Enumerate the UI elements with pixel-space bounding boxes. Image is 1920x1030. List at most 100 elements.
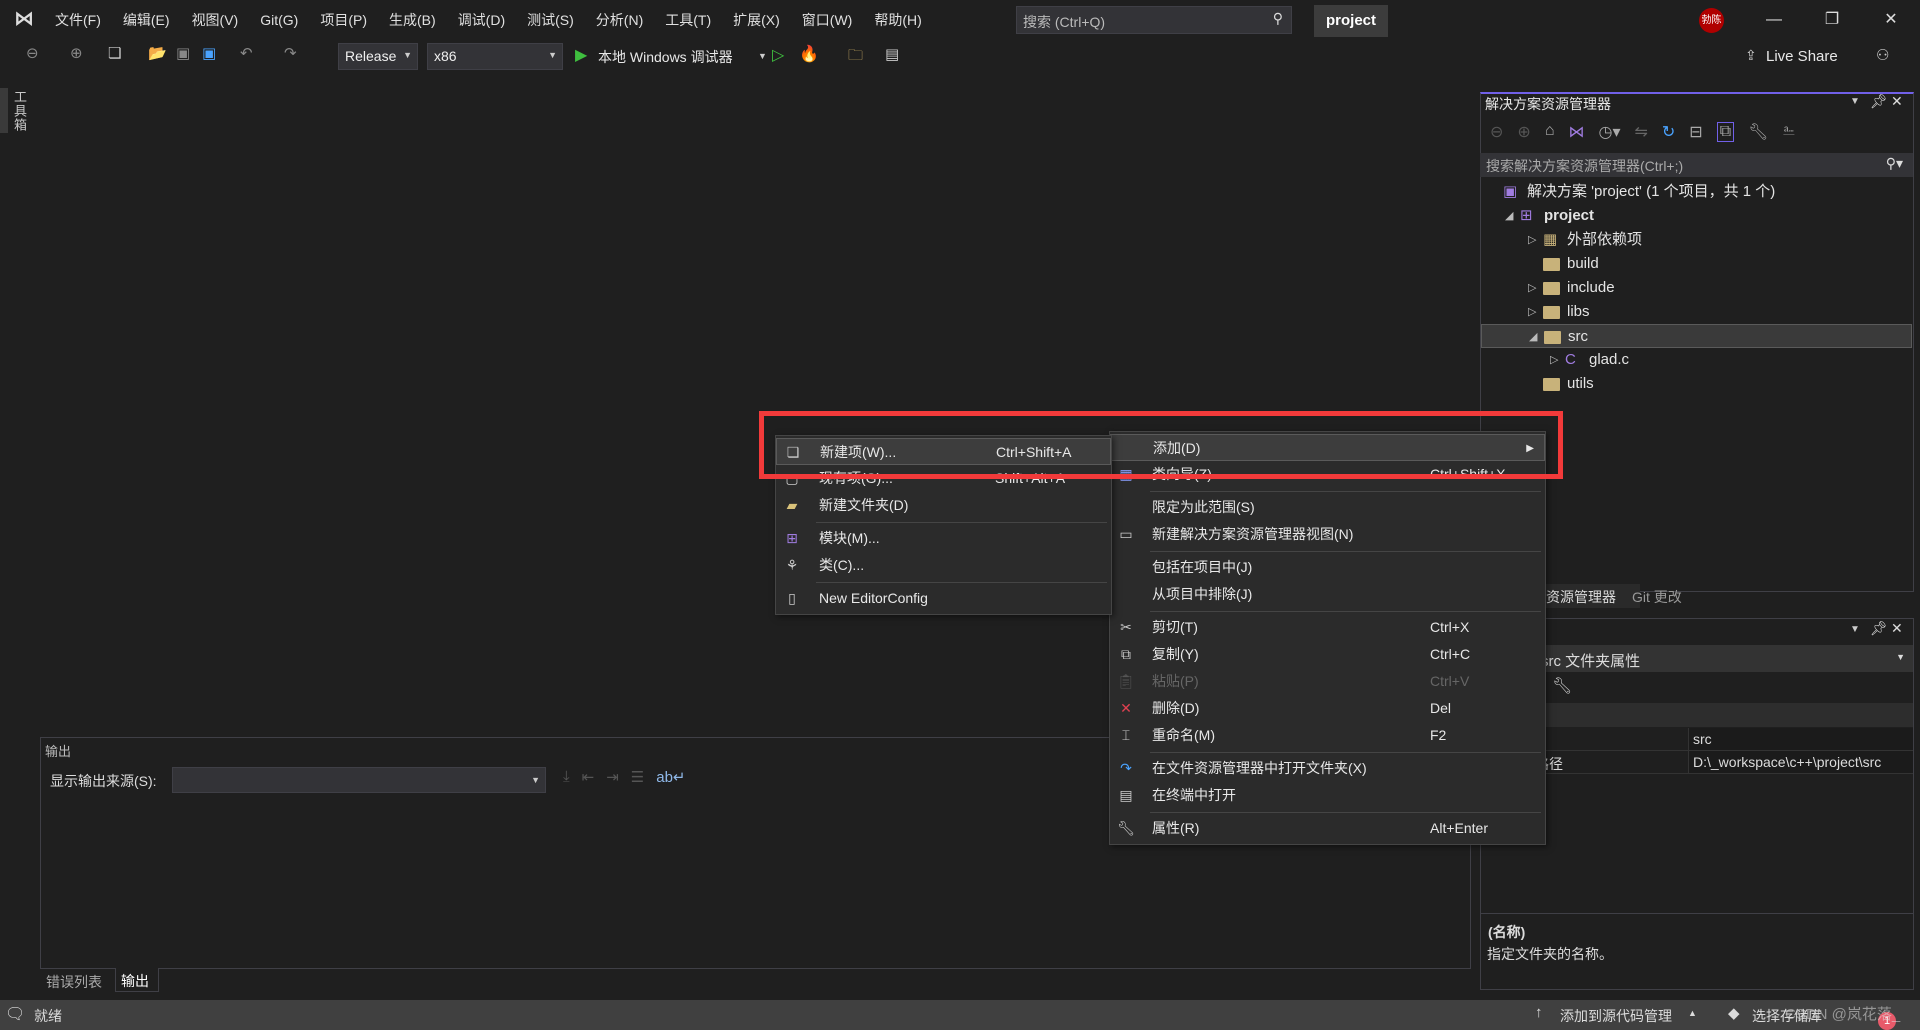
menu-item[interactable]: ✕ 删除(D) Del <box>1110 695 1545 722</box>
menu-item[interactable]: 包括在项目中(J) <box>1110 554 1545 581</box>
tree-item[interactable]: build <box>1481 252 1912 276</box>
menu-item[interactable]: 工具(T) <box>654 8 722 32</box>
preview-icon[interactable]: ⎁ <box>1782 122 1795 142</box>
start-debugger-button[interactable]: 本地 Windows 调试器 <box>598 47 733 67</box>
menu-item[interactable]: 视图(V) <box>181 8 250 32</box>
minimize-button[interactable]: — <box>1759 8 1789 32</box>
pin-icon[interactable]: 📌︎ <box>1870 93 1888 110</box>
menu-item[interactable]: ▤ 在终端中打开 <box>1110 782 1545 809</box>
properties-icon[interactable]: 🔧︎ <box>1748 122 1768 142</box>
menu-item[interactable]: 限定为此范围(S) <box>1110 494 1545 521</box>
goto-line-icon[interactable]: ⤓ <box>563 768 570 786</box>
show-all-files-icon[interactable]: ⧉ <box>1716 122 1735 142</box>
tree-item[interactable]: ◢ ⊞ project <box>1481 204 1912 228</box>
output-source-dropdown[interactable]: ▼ <box>172 767 546 793</box>
menu-item[interactable]: 项目(P) <box>309 8 378 32</box>
live-share-button[interactable]: Live Share <box>1766 48 1838 65</box>
menu-item[interactable]: 帮助(H) <box>863 8 932 32</box>
tab-output[interactable]: 输出 <box>115 968 159 992</box>
menu-item[interactable]: ↷ 在文件资源管理器中打开文件夹(X) <box>1110 755 1545 782</box>
menu-item[interactable]: ▰ 新建文件夹(D) <box>776 492 1111 519</box>
property-value[interactable]: src <box>1688 728 1913 750</box>
forward-icon[interactable]: ⊕ <box>70 44 83 62</box>
refresh-icon[interactable]: ↻ <box>1662 122 1675 142</box>
expanded-arrow-icon[interactable]: ◢ <box>1505 204 1513 228</box>
collapsed-arrow-icon[interactable]: ▷ <box>1550 348 1558 372</box>
save-icon[interactable]: ▣ <box>176 44 190 62</box>
open-icon[interactable]: 📂 <box>148 44 167 62</box>
collapsed-arrow-icon[interactable]: ▷ <box>1528 276 1536 300</box>
pending-changes-icon[interactable]: ◷▾ <box>1598 122 1620 142</box>
menu-item[interactable]: 从项目中排除(J) <box>1110 581 1545 608</box>
next-message-icon[interactable]: ⇥ <box>606 768 619 786</box>
tree-item[interactable]: ▷ libs <box>1481 300 1912 324</box>
menu-item[interactable]: 🔧︎ 属性(R) Alt+Enter <box>1110 815 1545 842</box>
sync-icon[interactable]: ⇋ <box>1634 122 1647 142</box>
chevron-down-icon[interactable]: ▼ <box>758 51 767 61</box>
close-icon[interactable]: ✕ <box>1891 620 1903 637</box>
menu-item[interactable]: 调试(D) <box>447 8 516 32</box>
close-button[interactable]: ✕ <box>1876 8 1906 32</box>
menu-item[interactable]: 测试(S) <box>516 8 585 32</box>
platform-dropdown[interactable]: x86 ▼ <box>427 43 563 70</box>
collapse-all-icon[interactable]: ⊟ <box>1689 122 1702 142</box>
menu-item[interactable]: 扩展(X) <box>722 8 791 32</box>
tree-item[interactable]: ▷ Cglad.c <box>1481 348 1912 372</box>
tab-git-changes[interactable]: Git 更改 <box>1632 584 1682 605</box>
menu-item[interactable]: ✂ 剪切(T) Ctrl+X <box>1110 614 1545 641</box>
tree-item[interactable]: utils <box>1481 372 1912 396</box>
menu-item[interactable]: ⊞ 模块(M)... <box>776 525 1111 552</box>
add-to-source-control-button[interactable]: 添加到源代码管理 <box>1560 1006 1672 1026</box>
expanded-arrow-icon[interactable]: ◢ <box>1529 325 1537 349</box>
chevron-down-icon[interactable]: ▼ <box>1850 624 1860 635</box>
undo-icon[interactable]: ↶ <box>240 44 253 62</box>
window-layout-icon[interactable]: ▤ <box>885 45 899 63</box>
menu-item[interactable]: ▭ 新建解决方案资源管理器视图(N) <box>1110 521 1545 548</box>
tree-item[interactable]: ▷ ▦ 外部依赖项 <box>1481 228 1912 252</box>
tree-item[interactable]: ▣ 解决方案 'project' (1 个项目，共 1 个) <box>1481 180 1912 204</box>
menu-item[interactable]: ⧉ 复制(Y) Ctrl+C <box>1110 641 1545 668</box>
menu-item[interactable]: Git(G) <box>249 8 309 32</box>
chevron-down-icon[interactable]: ▼ <box>1850 96 1860 107</box>
menu-item[interactable]: 窗口(W) <box>791 8 864 32</box>
find-in-files-icon[interactable]: 🗀 <box>848 45 863 70</box>
restore-button[interactable]: ❐ <box>1817 8 1847 32</box>
hot-reload-icon[interactable]: 🔥 <box>799 44 819 64</box>
start-without-debug-icon[interactable]: ▷ <box>772 45 784 65</box>
switch-views-icon[interactable]: ⋈ <box>1568 122 1584 142</box>
menu-item[interactable]: 编辑(E) <box>112 8 181 32</box>
close-icon[interactable]: ✕ <box>1891 93 1903 110</box>
tree-item[interactable]: ◢ src <box>1481 324 1912 348</box>
configuration-dropdown[interactable]: Release ▼ <box>338 43 418 70</box>
solution-explorer-search[interactable]: 搜索解决方案资源管理器(Ctrl+;) ⚲▾ <box>1480 153 1913 177</box>
collapsed-arrow-icon[interactable]: ▷ <box>1528 228 1536 252</box>
back-icon[interactable]: ⊖ <box>1490 122 1503 142</box>
property-pages-icon[interactable]: 🔧︎ <box>1552 676 1572 696</box>
global-search-input[interactable]: 搜索 (Ctrl+Q) ⚲ <box>1016 6 1292 34</box>
tab-error-list[interactable]: 错误列表 <box>46 972 102 992</box>
new-project-icon[interactable]: ❏ <box>108 44 121 62</box>
word-wrap-icon[interactable]: ab↵ <box>656 768 685 786</box>
clear-all-icon[interactable]: ☰ <box>631 768 644 786</box>
property-value[interactable]: D:\_workspace\c++\project\src <box>1688 751 1913 773</box>
pin-icon[interactable]: 📌︎ <box>1870 620 1888 637</box>
menu-item[interactable]: 📋︎ 粘贴(P) Ctrl+V <box>1110 668 1545 695</box>
menu-item[interactable]: ⌶ 重命名(M) F2 <box>1110 722 1545 749</box>
save-all-icon[interactable]: ▣ <box>202 44 216 62</box>
forward-icon[interactable]: ⊕ <box>1517 122 1530 142</box>
menu-item[interactable]: 生成(B) <box>378 8 447 32</box>
toolbox-tab[interactable]: 工具箱 <box>10 90 29 132</box>
redo-icon[interactable]: ↷ <box>284 44 297 62</box>
previous-message-icon[interactable]: ⇤ <box>582 768 595 786</box>
collapsed-arrow-icon[interactable]: ▷ <box>1528 300 1536 324</box>
tree-item[interactable]: ▷ include <box>1481 276 1912 300</box>
menu-item[interactable]: ▯ New EditorConfig <box>776 585 1111 612</box>
menu-item[interactable]: 文件(F) <box>44 8 112 32</box>
back-icon[interactable]: ⊖ <box>26 44 39 62</box>
menu-item[interactable]: 分析(N) <box>585 8 654 32</box>
home-icon[interactable]: ⌂ <box>1545 122 1555 142</box>
start-debug-icon[interactable]: ▶ <box>575 45 587 65</box>
avatar[interactable]: 勃陈 <box>1699 8 1724 33</box>
feedback-icon[interactable]: ⚇ <box>1876 46 1889 64</box>
menu-item[interactable]: ⚘ 类(C)... <box>776 552 1111 579</box>
